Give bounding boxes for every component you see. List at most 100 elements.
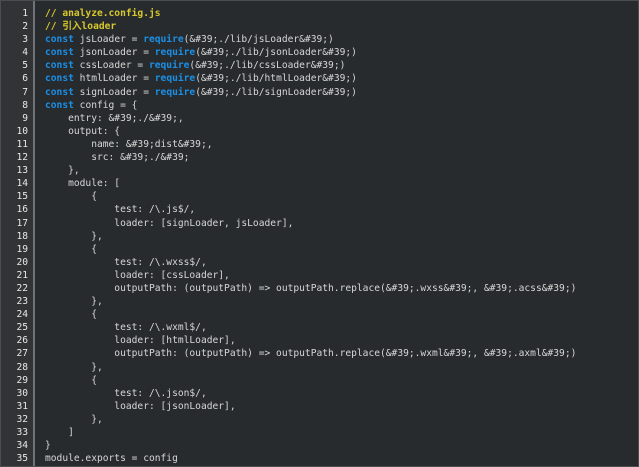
code-text: outputPath: (outputPath) => outputPath.r… [45,282,576,295]
line-number: 35 [16,453,28,465]
code-text: }, [45,164,80,177]
code-line[interactable]: 16 test: /\.js$/, [16,203,638,216]
code-line[interactable]: 10 output: { [16,125,638,138]
code-line[interactable]: 31 loader: [jsonLoader], [16,400,638,413]
code-token-plain: test: /\.json$/, [45,387,207,399]
code-text: { [45,374,97,387]
code-line[interactable]: 12 src: &#39;./&#39; [16,151,638,164]
code-line[interactable]: 6 const htmlLoader = require(&#39;./lib/h… [22,72,638,85]
code-text: test: /\.wxss$/, [45,256,207,269]
code-line[interactable]: 13 }, [16,164,638,177]
code-line[interactable]: 22 outputPath: (outputPath) => outputPat… [16,282,638,295]
code-text: const jsonLoader = require(&#39;./lib/js… [45,46,357,59]
line-number: 23 [16,296,28,308]
line-number: 21 [16,269,28,281]
code-text: loader: [jsonLoader], [45,400,236,413]
code-line[interactable]: 14 module: [ [16,177,638,190]
code-line[interactable]: 33 ] [16,426,638,439]
code-line[interactable]: 24 { [16,308,638,321]
line-number: 7 [22,86,28,98]
code-line[interactable]: 29 { [16,374,638,387]
code-token-plain: name: &#39;dist&#39;, [45,138,213,150]
code-text: { [45,243,97,256]
code-token-comment: // analyze.config.js [45,8,161,19]
line-number: 28 [16,361,28,373]
code-line[interactable]: 11 name: &#39;dist&#39;, [16,138,638,151]
code-text: ] [45,426,74,439]
line-number: 16 [16,204,28,216]
code-token-plain: signLoader = [73,86,155,98]
code-text: test: /\.wxml$/, [45,321,206,334]
code-token-plain: }, [45,165,80,177]
code-token-plain: (&#39;./lib/jsonLoader&#39;) [195,47,357,59]
code-line[interactable]: 9 entry: &#39;./&#39;, [22,112,638,125]
code-line[interactable]: 5 const cssLoader = require(&#39;./lib/cs… [22,59,638,72]
code-token-fn: require [154,73,196,85]
code-line[interactable]: 34} [16,439,638,452]
line-number: 1 [22,8,28,19]
code-line[interactable]: 18 }, [16,230,638,243]
line-number: 11 [16,138,28,150]
code-line[interactable]: 4 const jsonLoader = require(&#39;./lib/j… [22,46,638,59]
code-line[interactable]: 1 // analyze.config.js [22,7,638,20]
line-number: 12 [16,152,28,164]
code-line[interactable]: 23 }, [16,295,638,308]
code-token-plain: (&#39;./lib/htmlLoader&#39;) [195,73,357,85]
line-number: 31 [16,400,28,412]
line-number: 30 [16,387,28,399]
line-number: 14 [16,178,28,190]
code-line[interactable]: 35 module.exports = config [16,452,638,465]
code-token-fn: require [143,34,184,46]
code-token-plain: module.exports = config [45,453,178,465]
code-line[interactable]: 30 test: /\.json$/, [16,387,638,400]
code-line[interactable]: 20 test: /\.wxss$/, [16,256,638,269]
code-line[interactable]: 19 { [16,243,638,256]
line-number: 4 [22,47,28,59]
code-line[interactable]: 28 }, [16,361,638,374]
code-line[interactable]: 17 loader: [signLoader, jsLoader], [16,217,638,230]
code-line[interactable]: 25 test: /\.wxml$/, [16,321,638,334]
code-token-fn: require [154,86,196,98]
code-line[interactable]: 7 const signLoader = require(&#39;./lib/s… [22,86,638,99]
code-token-plain: src: &#39;./&#39; [45,152,190,164]
code-text: // 引入loader [45,20,116,33]
code-token-plain: (&#39;./lib/jsLoader&#39;) [183,34,334,46]
code-line[interactable]: 21 loader: [cssLoader], [16,269,638,282]
code-token-plain: }, [45,230,103,242]
code-line[interactable]: 32 }, [16,413,638,426]
code-line[interactable]: 15 { [16,190,638,203]
code-line[interactable]: 27 outputPath: (outputPath) => outputPat… [16,347,638,360]
line-number: 5 [22,60,28,72]
code-text: loader: [htmlLoader], [45,334,235,347]
line-number: 29 [16,374,28,386]
code-token-kw: const [45,99,74,111]
code-area[interactable]: 1 // analyze.config.js 2 // 引入loader 3 const … [16,7,638,465]
code-text: const htmlLoader = require(&#39;./lib/ht… [45,72,357,85]
code-text: loader: [cssLoader], [45,269,230,282]
line-number: 22 [16,282,28,294]
line-number: 2 [22,21,28,33]
code-token-plain: jsonLoader = [73,47,155,59]
code-text: module.exports = config [45,452,178,465]
code-text: { [45,308,97,321]
code-line[interactable]: 3 const jsLoader = require(&#39;./lib/jsL… [22,33,638,46]
code-token-plain: }, [45,413,103,425]
code-token-plain: { [45,191,97,203]
code-token-plain: loader: [jsonLoader], [45,400,236,412]
code-text: }, [45,295,103,308]
code-line[interactable]: 8 const config = { [22,99,638,112]
code-token-kw: const [45,60,74,72]
line-number: 8 [22,99,28,111]
code-text: outputPath: (outputPath) => outputPath.r… [45,347,576,360]
code-text: }, [45,230,103,243]
code-line[interactable]: 26 loader: [htmlLoader], [16,334,638,347]
line-number: 3 [22,34,28,46]
code-line[interactable]: 2 // 引入loader [22,20,638,33]
line-number: 33 [16,427,28,438]
code-token-plain: { [45,374,97,386]
code-token-plain: test: /\.wxss$/, [45,256,207,268]
code-editor[interactable]: 1 // analyze.config.js 2 // 引入loader 3 const … [0,0,639,467]
line-number: 19 [16,243,28,255]
code-token-plain: outputPath: (outputPath) => outputPath.r… [45,348,577,360]
line-number: 13 [16,165,28,177]
